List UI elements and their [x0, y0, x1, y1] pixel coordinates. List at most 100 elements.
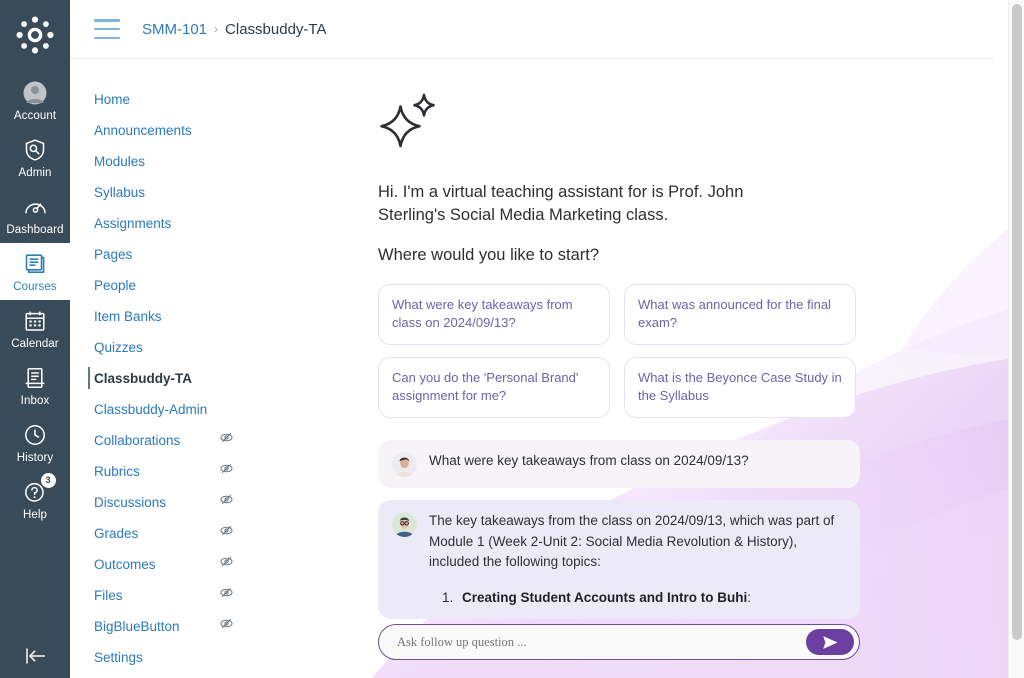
student-avatar	[392, 452, 417, 477]
courses-book-icon	[22, 250, 49, 277]
send-message-button[interactable]	[806, 629, 854, 655]
collapse-global-nav-button[interactable]	[0, 634, 70, 678]
breadcrumb-course-link[interactable]: SMM-101	[142, 21, 207, 38]
assistant-topic-item: Creating Student Accounts and Intro to B…	[457, 588, 846, 609]
course-navigation: Home Announcements Modules Syllabus Assi…	[70, 58, 252, 678]
course-nav-label: Collaborations	[94, 425, 180, 456]
course-nav-label: Announcements	[94, 115, 192, 146]
global-nav-item-calendar[interactable]: Calendar	[0, 300, 70, 357]
course-nav-item-rubrics[interactable]: Rubrics	[70, 456, 252, 487]
course-nav-item-item-banks[interactable]: Item Banks	[70, 301, 252, 332]
chat-message-assistant-text: The key takeaways from the class on 2024…	[429, 511, 846, 573]
course-nav-item-modules[interactable]: Modules	[70, 146, 252, 177]
global-nav-label-history: History	[17, 451, 53, 465]
page-scrollbar-thumb[interactable]	[1012, 4, 1022, 640]
hidden-from-students-icon	[219, 518, 234, 549]
suggestion-card[interactable]: What were key takeaways from class on 20…	[378, 284, 610, 345]
course-nav-item-settings[interactable]: Settings	[70, 642, 252, 673]
course-nav-label: Discussions	[94, 487, 166, 518]
course-nav-label: Rubrics	[94, 456, 140, 487]
history-clock-icon	[22, 421, 49, 448]
hamburger-line	[94, 19, 120, 22]
breadcrumb: SMM-101 › Classbuddy-TA	[142, 21, 326, 38]
course-nav-label: Outcomes	[94, 549, 156, 580]
help-badge-count: 3	[41, 473, 56, 488]
admin-shield-icon	[22, 136, 49, 163]
course-nav-item-bigbluebutton[interactable]: BigBlueButton	[70, 611, 252, 642]
course-nav-item-pages[interactable]: Pages	[70, 239, 252, 270]
followup-question-input[interactable]	[379, 635, 806, 650]
global-nav-item-history[interactable]: History	[0, 414, 70, 471]
global-nav-label-inbox: Inbox	[21, 394, 50, 408]
course-nav-label: Assignments	[94, 208, 171, 239]
help-question-icon: 3	[22, 478, 49, 505]
hidden-from-students-icon	[219, 549, 234, 580]
main-content: Hi. I'm a virtual teaching assistant for…	[252, 59, 1008, 678]
course-nav-item-outcomes[interactable]: Outcomes	[70, 549, 252, 580]
chat-message-user-text: What were key takeaways from class on 20…	[429, 451, 846, 477]
hidden-from-students-icon	[219, 487, 234, 518]
global-navigation: Account Admin Dashboard	[0, 0, 70, 678]
global-nav-label-dashboard: Dashboard	[6, 223, 63, 237]
app-header: SMM-101 › Classbuddy-TA	[70, 0, 994, 59]
course-nav-item-assignments[interactable]: Assignments	[70, 208, 252, 239]
global-nav-item-courses[interactable]: Courses	[0, 243, 70, 300]
assistant-topic-trail: :	[747, 590, 751, 605]
hidden-from-students-icon	[219, 611, 234, 642]
course-nav-item-classbuddy-admin[interactable]: Classbuddy-Admin	[70, 394, 252, 425]
collapse-left-arrow-icon	[20, 644, 50, 668]
send-arrow-icon	[822, 635, 839, 650]
global-nav-item-inbox[interactable]: Inbox	[0, 357, 70, 414]
canvas-logo[interactable]	[12, 12, 58, 58]
course-nav-label: Pages	[94, 239, 132, 270]
chat-pane: Hi. I'm a virtual teaching assistant for…	[252, 59, 1008, 678]
account-icon	[22, 79, 49, 106]
assistant-intro-text: Hi. I'm a virtual teaching assistant for…	[378, 181, 798, 227]
hidden-from-students-icon	[219, 425, 234, 456]
course-nav-item-classbuddy-ta[interactable]: Classbuddy-TA	[70, 363, 252, 394]
global-nav-item-help[interactable]: 3 Help	[0, 471, 70, 528]
course-nav-item-announcements[interactable]: Announcements	[70, 115, 252, 146]
chat-message-assistant: The key takeaways from the class on 2024…	[378, 500, 860, 619]
course-nav-item-grades[interactable]: Grades	[70, 518, 252, 549]
course-nav-label: People	[94, 270, 136, 301]
course-nav-item-people[interactable]: People	[70, 270, 252, 301]
page-scrollbar[interactable]	[1008, 0, 1024, 678]
assistant-topic-title: Creating Student Accounts and Intro to B…	[462, 590, 747, 605]
course-nav-label: Home	[94, 84, 130, 115]
course-nav-item-discussions[interactable]: Discussions	[70, 487, 252, 518]
suggestion-card[interactable]: What was announced for the final exam?	[624, 284, 856, 345]
suggestion-list: What were key takeaways from class on 20…	[378, 284, 860, 418]
suggestion-card[interactable]: What is the Beyonce Case Study in the Sy…	[624, 357, 856, 418]
hamburger-line	[94, 28, 120, 31]
course-nav-label: Modules	[94, 146, 145, 177]
global-nav-item-dashboard[interactable]: Dashboard	[0, 186, 70, 243]
calendar-icon	[22, 307, 49, 334]
course-nav-label: Classbuddy-TA	[94, 363, 192, 394]
course-nav-item-collaborations[interactable]: Collaborations	[70, 425, 252, 456]
course-nav-label: Classbuddy-Admin	[94, 394, 207, 425]
course-nav-item-home[interactable]: Home	[70, 84, 252, 115]
sparkle-icon	[378, 92, 860, 155]
canvas-logo-icon	[13, 13, 57, 57]
global-nav-label-calendar: Calendar	[11, 337, 58, 351]
course-nav-label: Quizzes	[94, 332, 143, 363]
global-nav-label-admin: Admin	[18, 166, 51, 180]
global-nav-item-account[interactable]: Account	[0, 72, 70, 129]
hamburger-menu-icon[interactable]	[94, 19, 120, 39]
chat-message-user: What were key takeaways from class on 20…	[378, 440, 860, 488]
assistant-avatar	[392, 512, 417, 537]
hidden-from-students-icon	[219, 456, 234, 487]
course-nav-item-files[interactable]: Files	[70, 580, 252, 611]
global-nav-item-admin[interactable]: Admin	[0, 129, 70, 186]
course-nav-label: Item Banks	[94, 301, 162, 332]
course-nav-label: BigBlueButton	[94, 611, 180, 642]
course-nav-item-quizzes[interactable]: Quizzes	[70, 332, 252, 363]
hamburger-line	[94, 37, 120, 40]
suggestion-card[interactable]: Can you do the 'Personal Brand' assignme…	[378, 357, 610, 418]
course-nav-label: Settings	[94, 642, 143, 673]
course-nav-item-syllabus[interactable]: Syllabus	[70, 177, 252, 208]
global-nav-label-account: Account	[14, 109, 56, 123]
global-nav-label-help: Help	[23, 508, 47, 522]
course-nav-label: Syllabus	[94, 177, 145, 208]
